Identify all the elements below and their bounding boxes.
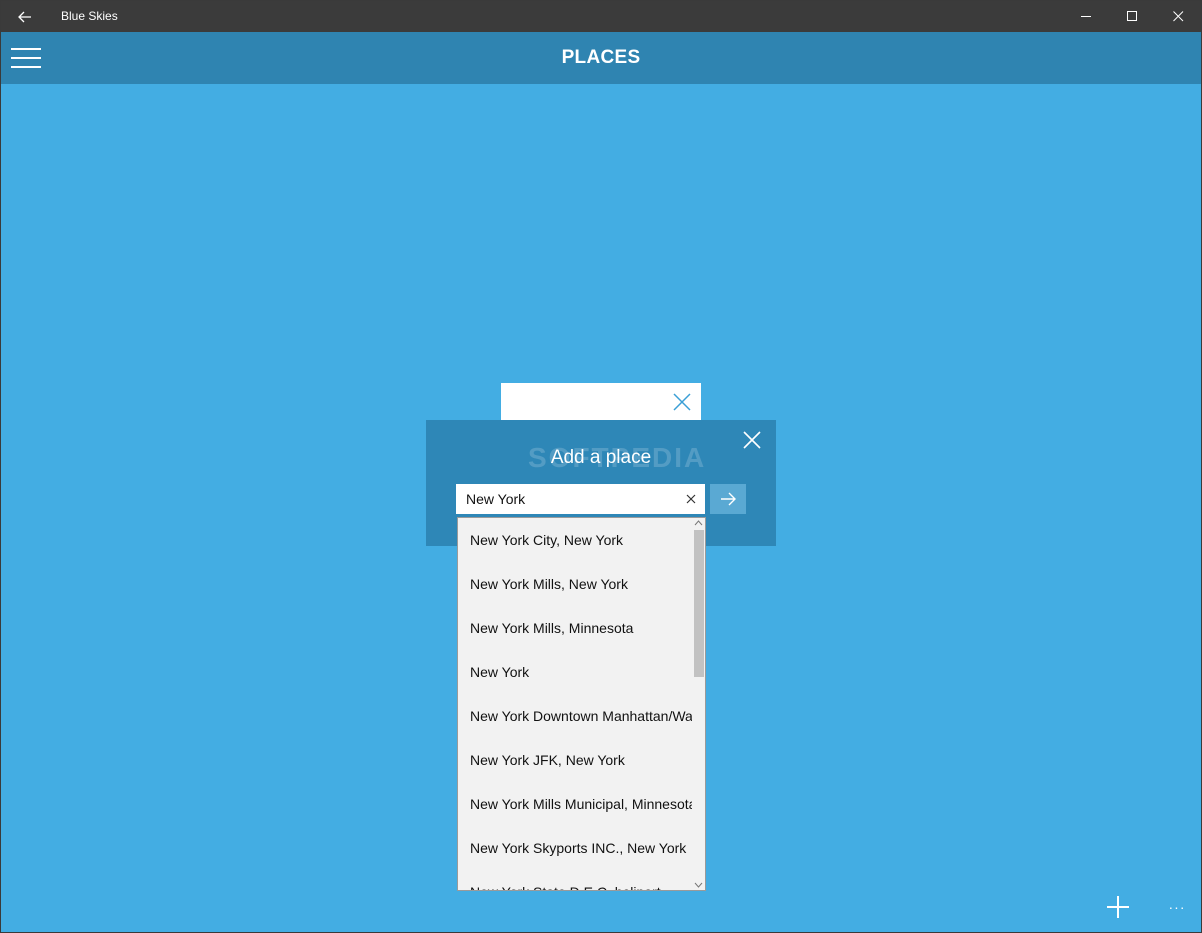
more-options-button[interactable]: ···	[1165, 899, 1189, 915]
suggestion-item[interactable]: New York Mills Municipal, Minnesota	[458, 782, 692, 826]
page-title: PLACES	[561, 47, 641, 68]
app-window: Blue Skies PLACES SOFTPEDIA Add a place …	[0, 0, 1202, 933]
minimize-button[interactable]	[1063, 1, 1109, 32]
plus-icon[interactable]	[1105, 894, 1131, 920]
window-title: Blue Skies	[61, 9, 118, 23]
suggestion-item[interactable]: New York JFK, New York	[458, 738, 692, 782]
close-icon	[1172, 11, 1183, 22]
suggestion-item[interactable]: New York State D.E.C. heliport	[458, 870, 692, 890]
suggestions-dropdown: New York City, New York New York Mills, …	[457, 517, 706, 891]
maximize-icon	[1126, 11, 1137, 21]
suggestion-item[interactable]: New York Mills, Minnesota	[458, 606, 692, 650]
place-search-field	[456, 484, 705, 514]
background-search-box	[501, 383, 701, 421]
suggestion-item[interactable]: New York Downtown Manhattan/Wall Street,…	[458, 694, 692, 738]
scrollbar-thumb[interactable]	[694, 530, 704, 677]
suggestion-item[interactable]: New York City, New York	[458, 518, 692, 562]
back-button[interactable]	[1, 1, 49, 32]
back-arrow-icon	[18, 11, 31, 22]
title-bar: Blue Skies	[1, 1, 1201, 32]
submit-place-button[interactable]	[710, 484, 746, 514]
suggestions-scrollbar[interactable]	[692, 518, 705, 890]
clear-icon[interactable]	[685, 493, 697, 505]
chevron-up-icon[interactable]	[694, 519, 703, 527]
suggestion-item[interactable]: New York	[458, 650, 692, 694]
app-header: PLACES	[1, 32, 1201, 84]
chevron-down-icon[interactable]	[694, 881, 703, 889]
suggestion-item[interactable]: New York Skyports INC., New York	[458, 826, 692, 870]
dialog-close-icon[interactable]	[742, 430, 762, 450]
minimize-icon	[1080, 16, 1091, 17]
arrow-right-icon	[721, 492, 736, 506]
suggestion-item[interactable]: New York Mills, New York	[458, 562, 692, 606]
suggestions-list: New York City, New York New York Mills, …	[458, 518, 705, 890]
close-icon[interactable]	[673, 393, 691, 411]
close-window-button[interactable]	[1155, 1, 1201, 32]
maximize-button[interactable]	[1109, 1, 1155, 32]
place-search-input[interactable]	[456, 484, 676, 514]
dialog-title: Add a place	[550, 447, 652, 468]
